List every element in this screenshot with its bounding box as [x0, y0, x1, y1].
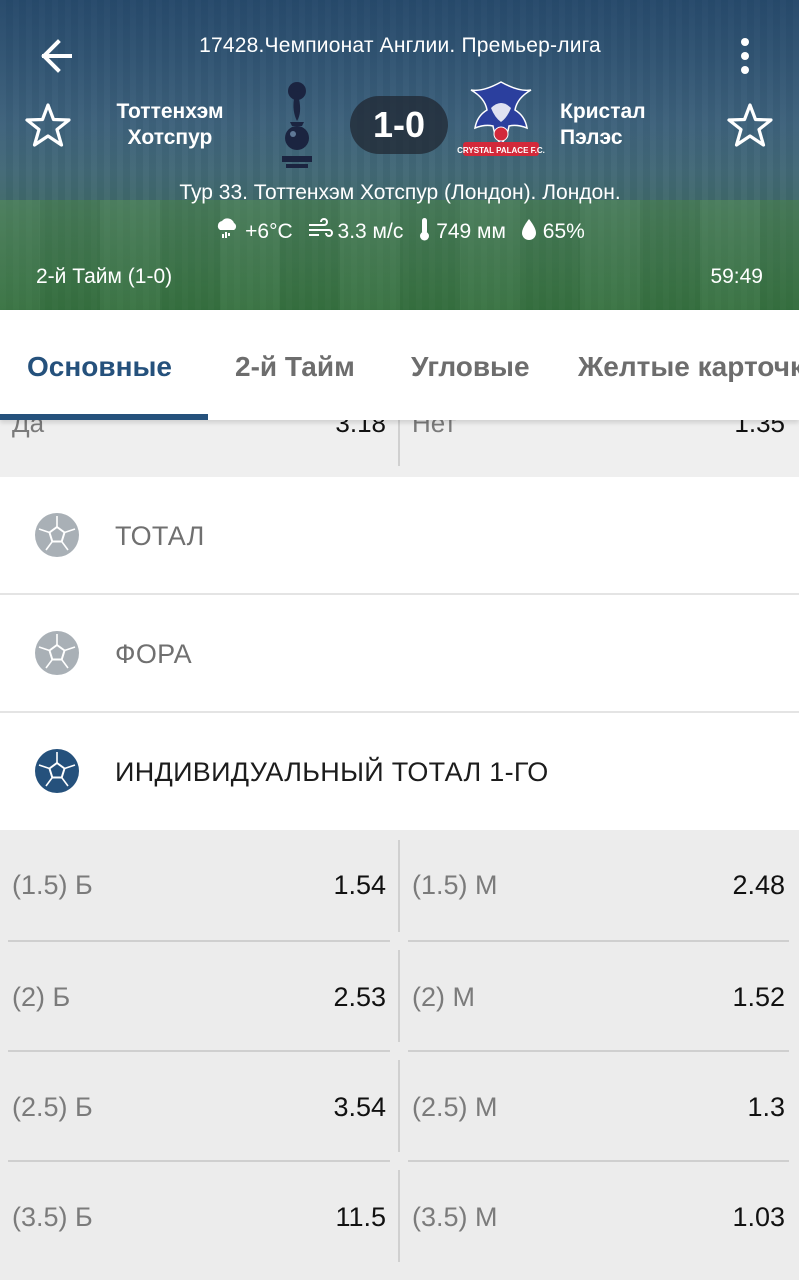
- soccer-ball-icon: [34, 512, 80, 558]
- match-period: 2-й Тайм (1-0): [36, 265, 173, 288]
- market-tabs: Основные 2-й Тайм Угловые Желтые карточк: [0, 310, 799, 420]
- temperature-value: +6°C: [245, 220, 293, 243]
- column-divider: [398, 1060, 400, 1152]
- odds-row: (2.5) Б 3.54 (2.5) М 1.3: [0, 1052, 799, 1162]
- odds-row: (3.5) Б 11.5 (3.5) М 1.03: [0, 1162, 799, 1272]
- humidity-item: 65%: [520, 217, 585, 247]
- droplet-icon: [520, 217, 543, 247]
- match-score: 1-0: [350, 96, 448, 154]
- odds-value: 11.5: [335, 1202, 386, 1232]
- odds-cell-under[interactable]: (1.5) М 2.48: [408, 830, 789, 940]
- odds-row: (1.5) Б 1.54 (1.5) М 2.48: [0, 830, 799, 940]
- odds-label: (2) Б: [12, 982, 71, 1012]
- pressure-item: 749 мм: [417, 216, 506, 248]
- section-title: ФОРА: [115, 639, 192, 669]
- wind-icon: [307, 218, 338, 246]
- home-team-name: Тоттенхэм Хотспур: [100, 99, 240, 151]
- odds-value: 1.03: [732, 1202, 785, 1232]
- odds-cell-under[interactable]: (3.5) М 1.03: [408, 1162, 789, 1272]
- tab-yellow-cards[interactable]: Желтые карточк: [578, 310, 799, 420]
- odds-label: (3.5) Б: [12, 1202, 93, 1232]
- tab-corners[interactable]: Угловые: [411, 310, 530, 420]
- weather-info: +6°C 3.3 м/с 749 мм 65%: [0, 216, 799, 248]
- pressure-value: 749 мм: [436, 220, 506, 243]
- odds-label: (1.5) Б: [12, 870, 93, 900]
- odds-value: 1.52: [732, 982, 785, 1012]
- active-tab-indicator: [0, 414, 208, 420]
- away-team-line2: Пэлэс: [560, 126, 623, 149]
- venue-info: Тур 33. Тоттенхэм Хотспур (Лондон). Лонд…: [179, 181, 621, 204]
- back-arrow-icon[interactable]: [30, 30, 90, 82]
- cloud-rain-icon: [214, 217, 245, 247]
- odds-grid: (1.5) Б 1.54 (1.5) М 2.48 (2) Б 2.53 (2)…: [0, 830, 799, 1280]
- away-team-crest-icon: CRYSTAL PALACE F.C.: [455, 78, 547, 170]
- odds-value: 2.53: [333, 982, 386, 1012]
- away-team-line1: Кристал: [560, 100, 646, 123]
- tab-second-half[interactable]: 2-й Тайм: [235, 310, 355, 420]
- odds-label: (2.5) М: [412, 1092, 498, 1122]
- favorite-away-star-icon[interactable]: [724, 100, 776, 152]
- odds-cell-under[interactable]: (2.5) М 1.3: [408, 1052, 789, 1162]
- odds-cell-over[interactable]: (2) Б 2.53: [8, 942, 390, 1052]
- league-title: 17428.Чемпионат Англии. Премьер-лига: [199, 34, 601, 57]
- odds-cell-over[interactable]: (3.5) Б 11.5: [8, 1162, 390, 1272]
- column-divider: [398, 950, 400, 1042]
- section-total[interactable]: ТОТАЛ: [0, 477, 799, 595]
- humidity-value: 65%: [542, 220, 585, 243]
- section-title: ИНДИВИДУАЛЬНЫЙ ТОТАЛ 1-ГО: [115, 757, 549, 787]
- section-title: ТОТАЛ: [115, 521, 205, 551]
- temperature-item: +6°C: [214, 217, 293, 247]
- odds-row: (2) Б 2.53 (2) М 1.52: [0, 942, 799, 1052]
- odds-label: (3.5) М: [412, 1202, 498, 1232]
- favorite-home-star-icon[interactable]: [22, 100, 74, 152]
- odds-label: (2) М: [412, 982, 475, 1012]
- svg-text:CRYSTAL PALACE F.C.: CRYSTAL PALACE F.C.: [457, 146, 545, 155]
- wind-item: 3.3 м/с: [307, 218, 404, 246]
- home-team-crest-icon: [272, 78, 322, 170]
- odds-cell-over[interactable]: (1.5) Б 1.54: [8, 830, 390, 940]
- odds-label: (2.5) Б: [12, 1092, 93, 1122]
- section-individual-total[interactable]: ИНДИВИДУАЛЬНЫЙ ТОТАЛ 1-ГО: [0, 713, 799, 829]
- column-divider: [398, 1170, 400, 1262]
- odds-value: 1.3: [747, 1092, 785, 1122]
- more-vert-icon[interactable]: [722, 32, 768, 82]
- column-divider: [398, 840, 400, 932]
- odds-value: 1.54: [333, 870, 386, 900]
- odds-label: (1.5) М: [412, 870, 498, 900]
- match-timer: 59:49: [710, 265, 763, 288]
- tab-main[interactable]: Основные: [27, 310, 172, 420]
- match-header: 17428.Чемпионат Англии. Премьер-лига Тот…: [0, 0, 799, 310]
- soccer-ball-icon: [34, 630, 80, 676]
- thermometer-icon: [417, 216, 436, 248]
- soccer-ball-icon: [34, 748, 80, 794]
- odds-value: 3.54: [333, 1092, 386, 1122]
- odds-value: 2.48: [732, 870, 785, 900]
- home-team-line2: Хотспур: [127, 126, 213, 149]
- odds-cell-over[interactable]: (2.5) Б 3.54: [8, 1052, 390, 1162]
- odds-cell-under[interactable]: (2) М 1.52: [408, 942, 789, 1052]
- home-team-line1: Тоттенхэм: [116, 100, 224, 123]
- section-handicap[interactable]: ФОРА: [0, 595, 799, 713]
- away-team-name: Кристал Пэлэс: [560, 99, 680, 151]
- wind-value: 3.3 м/с: [337, 220, 404, 243]
